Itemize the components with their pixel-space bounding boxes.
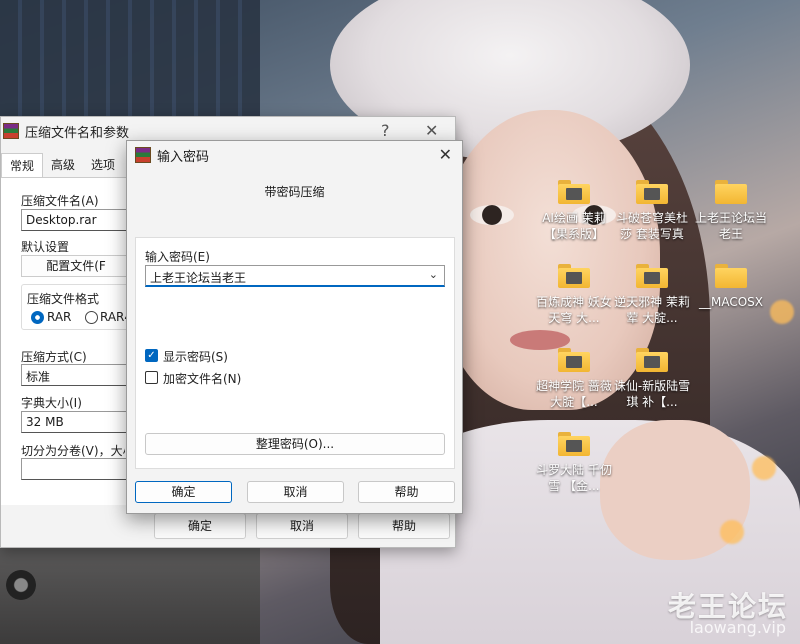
desktop-folder[interactable]: 上老王论坛当老王 bbox=[691, 180, 771, 242]
compress-ok-button[interactable]: 确定 bbox=[154, 513, 246, 539]
desktop-folder-label: 百炼成神 妖女天穹 大... bbox=[536, 295, 612, 325]
folder-icon bbox=[558, 348, 590, 372]
folder-icon bbox=[715, 180, 747, 204]
desktop-folder-label: 斗罗大陆 千仞雪 【金... bbox=[536, 463, 612, 493]
archive-name-input[interactable]: Desktop.rar bbox=[21, 209, 131, 231]
folder-icon bbox=[558, 264, 590, 288]
format-rar-radio[interactable] bbox=[31, 311, 44, 324]
desktop-folder-label: 逆天邪神 茉莉 荤 大腚... bbox=[614, 295, 690, 325]
encrypt-filenames-label: 加密文件名(N) bbox=[163, 372, 242, 386]
wallpaper-light bbox=[720, 520, 744, 544]
password-dialog-titlebar: 输入密码 bbox=[127, 141, 462, 169]
help-icon[interactable]: ? bbox=[381, 121, 390, 140]
desktop-folder[interactable]: 百炼成神 妖女天穹 大... bbox=[534, 264, 614, 326]
compress-window-title: 压缩文件名和参数 bbox=[25, 125, 130, 141]
desktop-folder[interactable]: AI绘画 茉莉【果系版】 bbox=[534, 180, 614, 242]
password-input[interactable]: 上老王论坛当老王 ⌄ bbox=[145, 265, 445, 287]
profiles-button[interactable]: 配置文件(F bbox=[21, 255, 131, 277]
password-dialog: 输入密码 ✕ 带密码压缩 输入密码(E) 上老王论坛当老王 ⌄ ✓ 显示密码(S… bbox=[126, 140, 463, 514]
desktop-folder[interactable]: 诛仙-新版陆雪琪 补【... bbox=[612, 348, 692, 410]
desktop-folder[interactable]: 斗罗大陆 千仞雪 【金... bbox=[534, 432, 614, 494]
wallpaper-lips bbox=[510, 330, 570, 350]
password-help-button[interactable]: 帮助 bbox=[358, 481, 455, 503]
organize-passwords-button[interactable]: 整理密码(O)... bbox=[145, 433, 445, 455]
desktop-folder-label: 超神学院 蔷薇 大腚【... bbox=[536, 379, 612, 409]
archive-name-label: 压缩文件名(A) bbox=[21, 194, 99, 208]
password-label: 输入密码(E) bbox=[145, 250, 210, 264]
desktop-folder-label: 诛仙-新版陆雪琪 补【... bbox=[613, 379, 691, 409]
default-settings-label: 默认设置 bbox=[21, 240, 70, 254]
wallpaper-light bbox=[752, 456, 776, 480]
format-rar-label: RAR bbox=[47, 310, 72, 324]
format-label: 压缩文件格式 bbox=[27, 292, 100, 306]
wallpaper-light bbox=[770, 300, 794, 324]
compress-help-button[interactable]: 帮助 bbox=[358, 513, 450, 539]
wallpaper-eye-left bbox=[470, 205, 514, 225]
wallpaper-machine bbox=[0, 545, 260, 644]
folder-icon bbox=[636, 348, 668, 372]
dictionary-select[interactable]: 32 MB bbox=[21, 411, 131, 433]
desktop-folder-label: 上老王论坛当老王 bbox=[694, 211, 767, 241]
chevron-down-icon[interactable]: ⌄ bbox=[429, 268, 438, 281]
method-label: 压缩方式(C) bbox=[21, 350, 87, 364]
password-value: 上老王论坛当老王 bbox=[150, 271, 247, 285]
show-password-checkbox[interactable]: ✓ bbox=[145, 349, 158, 362]
tab-options[interactable]: 选项 bbox=[83, 153, 123, 177]
wallpaper-lens bbox=[6, 570, 36, 600]
dictionary-label: 字典大小(I) bbox=[21, 396, 82, 410]
password-dialog-title: 输入密码 bbox=[157, 149, 210, 165]
folder-icon bbox=[715, 264, 747, 288]
desktop-folder-label: 斗破苍穹美杜莎 套装写真 bbox=[615, 211, 688, 241]
close-icon[interactable]: ✕ bbox=[439, 145, 452, 164]
desktop-folder-label: AI绘画 茉莉【果系版】 bbox=[542, 211, 606, 241]
password-dialog-subtitle: 带密码压缩 bbox=[264, 185, 325, 199]
split-volume-input[interactable] bbox=[21, 458, 131, 480]
folder-icon bbox=[636, 264, 668, 288]
password-cancel-button[interactable]: 取消 bbox=[247, 481, 344, 503]
folder-icon bbox=[636, 180, 668, 204]
password-ok-button[interactable]: 确定 bbox=[135, 481, 232, 503]
tab-general[interactable]: 常规 bbox=[1, 153, 44, 177]
desktop-folder-label: __MACOSX bbox=[698, 295, 763, 309]
encrypt-filenames-checkbox[interactable] bbox=[145, 371, 158, 384]
folder-icon bbox=[558, 180, 590, 204]
desktop-folder[interactable]: 超神学院 蔷薇 大腚【... bbox=[534, 348, 614, 410]
show-password-label: 显示密码(S) bbox=[163, 350, 228, 364]
desktop-folder[interactable]: 逆天邪神 茉莉 荤 大腚... bbox=[612, 264, 692, 326]
winrar-app-icon bbox=[3, 123, 19, 139]
close-icon[interactable]: ✕ bbox=[425, 121, 438, 140]
format-rar4-radio[interactable] bbox=[85, 311, 98, 324]
method-select[interactable]: 标准 bbox=[21, 364, 131, 386]
compress-cancel-button[interactable]: 取消 bbox=[256, 513, 348, 539]
desktop-folder[interactable]: __MACOSX bbox=[691, 264, 771, 310]
tab-advanced[interactable]: 高级 bbox=[43, 153, 83, 177]
compress-tabs: 常规 高级 选项 bbox=[1, 153, 123, 177]
desktop-folder[interactable]: 斗破苍穹美杜莎 套装写真 bbox=[612, 180, 692, 242]
split-volume-label: 切分为分卷(V)，大小 bbox=[21, 444, 125, 458]
winrar-app-icon bbox=[135, 147, 151, 163]
folder-icon bbox=[558, 432, 590, 456]
watermark-url: laowang.vip bbox=[689, 618, 786, 637]
